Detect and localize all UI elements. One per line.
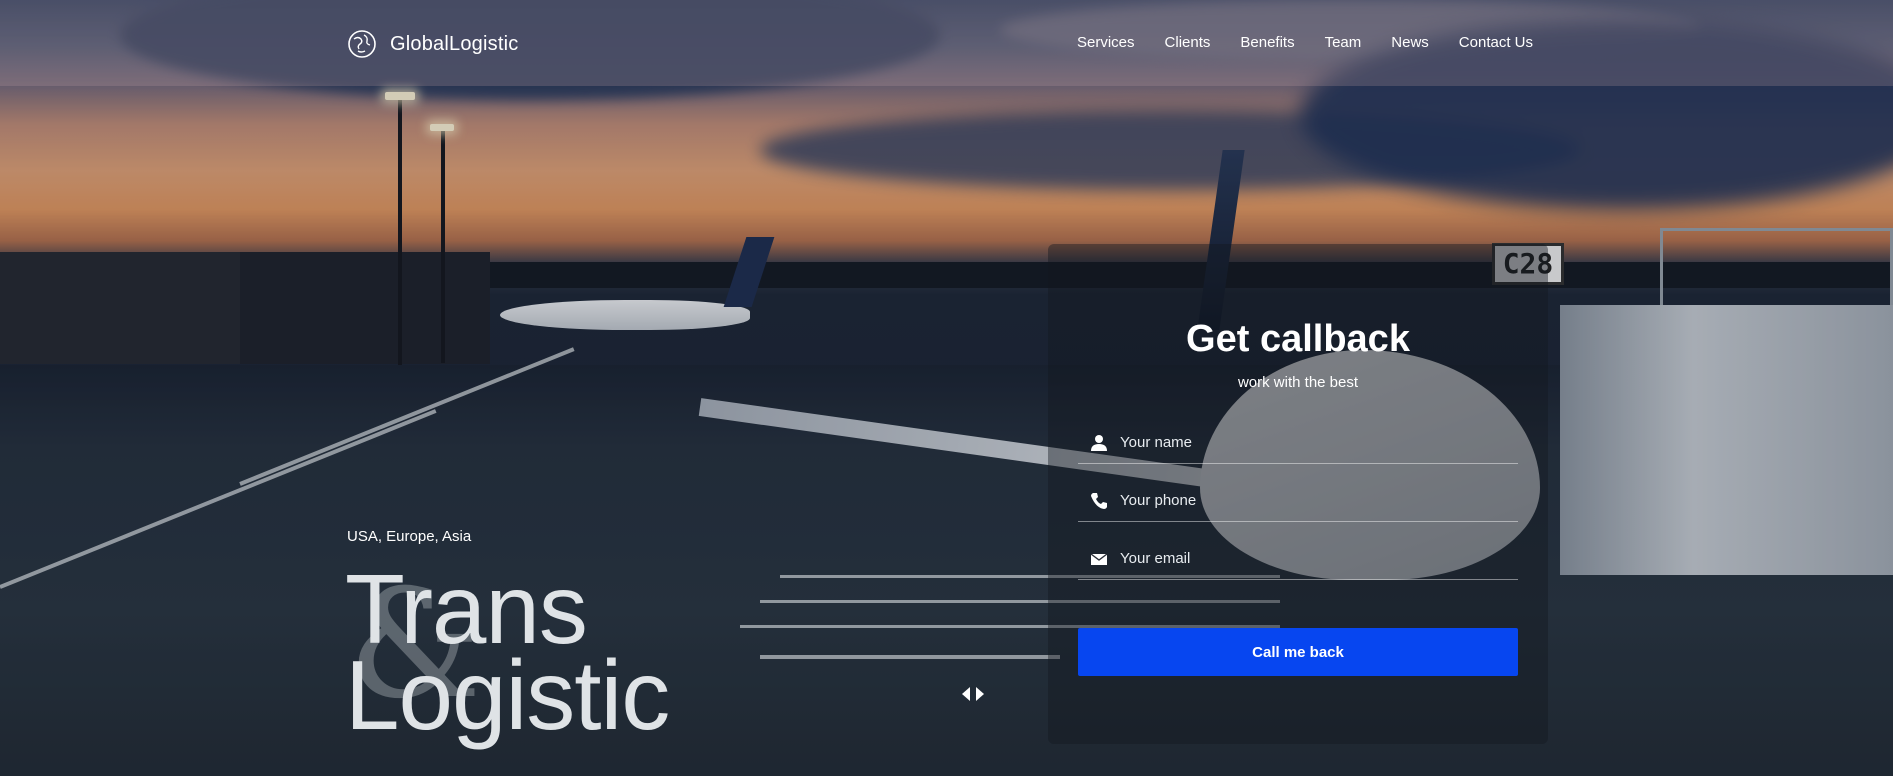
- phone-icon: [1091, 492, 1107, 509]
- nav-item-clients[interactable]: Clients: [1165, 34, 1211, 51]
- arrow-left-icon[interactable]: [961, 686, 971, 702]
- region-text: USA, Europe, Asia: [347, 528, 472, 545]
- brand-logo[interactable]: GlobalLogistic: [347, 29, 518, 59]
- brand-name: GlobalLogistic: [390, 32, 519, 55]
- user-icon: [1091, 434, 1107, 451]
- call-me-back-button[interactable]: Call me back: [1078, 628, 1518, 676]
- envelope-icon: [1090, 552, 1108, 565]
- callback-form: Get callback work with the best Call me …: [1048, 244, 1548, 744]
- name-input[interactable]: [1120, 434, 1500, 451]
- callback-subtitle: work with the best: [1237, 374, 1359, 391]
- globe-logo-icon: [348, 30, 376, 58]
- nav-item-benefits[interactable]: Benefits: [1240, 34, 1294, 51]
- nav-item-news[interactable]: News: [1391, 34, 1429, 51]
- nav-item-services[interactable]: Services: [1077, 34, 1135, 51]
- main-nav: Services Clients Benefits Team News Cont…: [1047, 34, 1533, 51]
- phone-field: [1078, 480, 1518, 522]
- nav-item-team[interactable]: Team: [1325, 34, 1362, 51]
- email-input[interactable]: [1120, 550, 1500, 567]
- slider-controls: [961, 686, 985, 702]
- site-header: GlobalLogistic Services Clients Benefits…: [0, 0, 1893, 86]
- name-field: [1078, 422, 1518, 464]
- phone-input[interactable]: [1120, 492, 1500, 509]
- hero-overlay: [0, 0, 1893, 776]
- callback-title: Get callback: [1186, 318, 1410, 360]
- email-field: [1078, 538, 1518, 580]
- nav-item-contact-us[interactable]: Contact Us: [1459, 34, 1533, 51]
- headline-line-2: Logistic: [345, 640, 670, 750]
- hero-background: C28: [0, 0, 1893, 776]
- arrow-right-icon[interactable]: [975, 686, 985, 702]
